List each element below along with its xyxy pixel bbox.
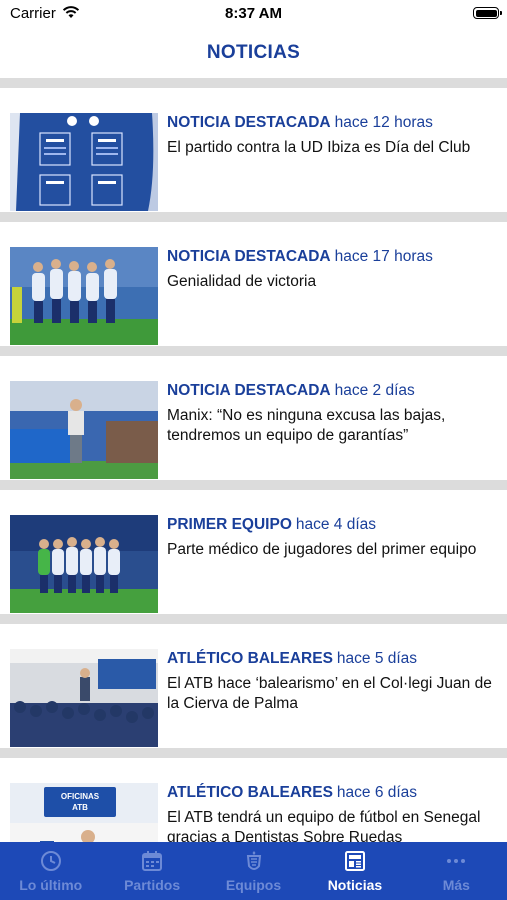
news-item[interactable]: NOTICIA DESTACADA hace 12 horas El partid… [0, 88, 507, 212]
separator [0, 78, 507, 88]
separator [0, 614, 507, 624]
crest-icon [246, 851, 261, 870]
svg-text:ATB: ATB [72, 803, 88, 812]
tab-bar: Lo último Partidos Equipos Noticias Más [0, 842, 507, 900]
news-thumbnail [10, 381, 158, 479]
news-category: ATLÉTICO BALEARES [167, 650, 333, 667]
tab-label: Más [442, 877, 470, 893]
news-item[interactable]: NOTICIA DESTACADA hace 2 días Manix: “No … [0, 356, 507, 480]
tab-label: Partidos [124, 877, 181, 893]
office-sign-text: OFICINAS [61, 792, 100, 801]
news-headline: Manix: “No es ninguna excusa las bajas, … [167, 407, 446, 444]
separator [0, 480, 507, 490]
news-item[interactable]: ATLÉTICO BALEARES hace 5 días El ATB hace… [0, 624, 507, 748]
separator [0, 346, 507, 356]
news-category: NOTICIA DESTACADA [167, 248, 331, 265]
tab-lo-ultimo[interactable]: Lo último [0, 842, 101, 900]
news-category: NOTICIA DESTACADA [167, 382, 331, 399]
news-headline: El ATB hace ‘balearismo’ en el Col·legi … [167, 675, 492, 712]
more-icon [447, 859, 466, 863]
clock-icon [40, 851, 61, 871]
news-time: hace 5 días [336, 650, 418, 667]
tab-label: Equipos [225, 877, 282, 893]
news-thumbnail [10, 515, 158, 613]
news-category: NOTICIA DESTACADA [167, 114, 331, 131]
news-thumbnail [10, 113, 158, 211]
page-title: NOTICIAS [206, 42, 301, 63]
newspaper-icon [344, 851, 365, 871]
tab-mas[interactable]: Más [406, 842, 507, 900]
tab-label: Noticias [327, 877, 383, 893]
news-category: PRIMER EQUIPO [167, 516, 292, 533]
news-item[interactable]: PRIMER EQUIPO hace 4 días Parte médico de… [0, 490, 507, 614]
news-headline: El partido contra la UD Ibiza es Día del… [167, 139, 471, 156]
calendar-icon [142, 851, 163, 871]
news-thumbnail [10, 247, 158, 345]
news-headline: Parte médico de jugadores del primer equ… [167, 541, 477, 558]
news-category: ATLÉTICO BALEARES [167, 784, 333, 801]
news-time: hace 2 días [334, 382, 415, 399]
news-thumbnail [10, 649, 158, 747]
news-time: hace 12 horas [334, 114, 433, 131]
news-feed[interactable]: NOTICIA DESTACADA hace 12 horas El partid… [0, 78, 507, 882]
separator [0, 748, 507, 758]
nav-header: NOTICIAS [0, 28, 507, 78]
news-time: hace 4 días [295, 516, 377, 533]
tab-equipos[interactable]: Equipos [203, 842, 304, 900]
news-time: hace 6 días [336, 784, 418, 801]
tab-partidos[interactable]: Partidos [101, 842, 202, 900]
news-item[interactable]: NOTICIA DESTACADA hace 17 horas Genialida… [0, 222, 507, 346]
news-headline: Genialidad de victoria [167, 273, 317, 290]
tab-noticias[interactable]: Noticias [304, 842, 405, 900]
status-bar: Carrier 8:37 AM [0, 0, 507, 28]
news-time: hace 17 horas [334, 248, 433, 265]
separator [0, 212, 507, 222]
clock: 8:37 AM [225, 5, 282, 22]
tab-label: Lo último [19, 877, 83, 893]
battery-icon [473, 7, 502, 19]
